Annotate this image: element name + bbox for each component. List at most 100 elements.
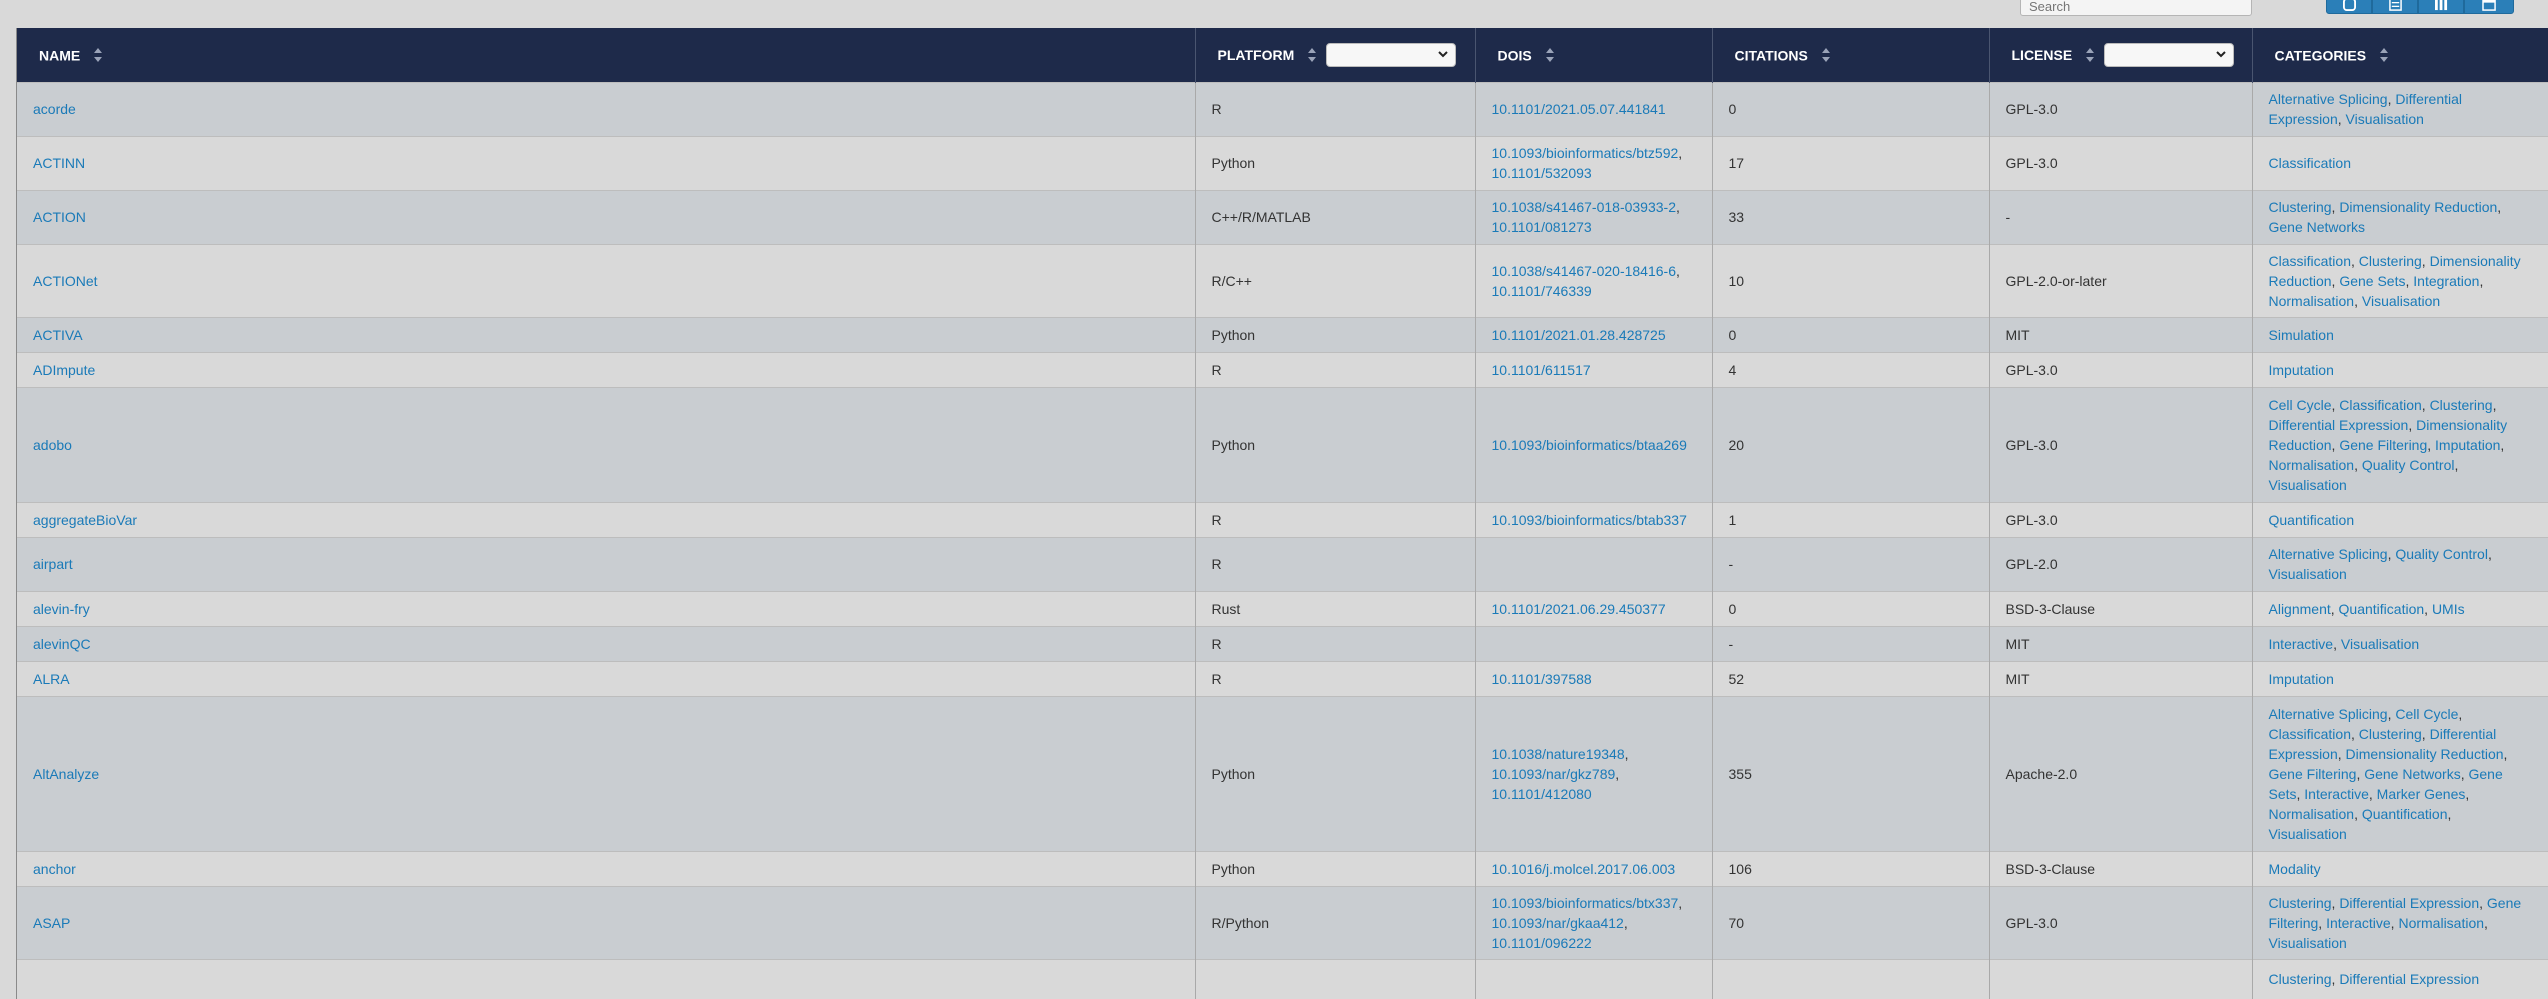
category-link[interactable]: Clustering <box>2430 397 2493 413</box>
column-header-citations[interactable]: CITATIONS <box>1712 28 1990 82</box>
category-link[interactable]: Gene Sets <box>2339 273 2405 289</box>
category-link[interactable]: Normalisation <box>2269 457 2355 473</box>
category-link[interactable]: Differential Expression <box>2269 417 2409 433</box>
category-link[interactable]: Visualisation <box>2269 566 2347 582</box>
category-link[interactable]: Imputation <box>2269 671 2334 687</box>
doi-link[interactable]: 10.1101/2021.06.29.450377 <box>1492 601 1666 617</box>
column-header-categories[interactable]: CATEGORIES <box>2252 28 2548 82</box>
column-header-name[interactable]: NAME <box>17 28 1196 82</box>
tool-name-link[interactable]: adobo <box>33 437 72 453</box>
doi-link[interactable]: 10.1101/2021.05.07.441841 <box>1492 101 1666 117</box>
doi-link[interactable]: 10.1093/bioinformatics/btx337 <box>1492 895 1679 911</box>
category-link[interactable]: Quantification <box>2269 512 2355 528</box>
doi-link[interactable]: 10.1101/532093 <box>1492 165 1592 181</box>
sort-icon[interactable] <box>2086 47 2095 62</box>
category-link[interactable]: Dimensionality Reduction <box>2346 746 2504 762</box>
column-header-platform[interactable]: PLATFORM <box>1195 28 1476 82</box>
tool-name-link[interactable]: AltAnalyze <box>33 766 99 782</box>
category-link[interactable]: Cell Cycle <box>2269 397 2332 413</box>
tool-name-link[interactable]: ACTINN <box>33 155 85 171</box>
doi-link[interactable]: 10.1093/bioinformatics/btaa269 <box>1492 437 1687 453</box>
export-button[interactable] <box>2464 0 2514 14</box>
category-link[interactable]: Dimensionality Reduction <box>2339 199 2497 215</box>
category-link[interactable]: Alignment <box>2269 601 2331 617</box>
category-link[interactable]: Normalisation <box>2269 806 2355 822</box>
category-link[interactable]: Quantification <box>2362 806 2448 822</box>
category-link[interactable]: Visualisation <box>2269 826 2347 842</box>
category-link[interactable]: Simulation <box>2269 327 2334 343</box>
category-link[interactable]: Interactive <box>2269 636 2334 652</box>
platform-filter-select[interactable] <box>1326 42 1457 67</box>
category-link[interactable]: Marker Genes <box>2377 786 2466 802</box>
search-input[interactable] <box>2020 0 2252 16</box>
category-link[interactable]: Quality Control <box>2362 457 2455 473</box>
category-link[interactable]: Imputation <box>2435 437 2500 453</box>
doi-link[interactable]: 10.1101/096222 <box>1492 935 1592 951</box>
doi-link[interactable]: 10.1101/2021.01.28.428725 <box>1492 327 1666 343</box>
category-link[interactable]: Cell Cycle <box>2395 706 2458 722</box>
category-link[interactable]: Classification <box>2269 253 2351 269</box>
doi-link[interactable]: 10.1016/j.molcel.2017.06.003 <box>1492 861 1676 877</box>
tool-name-link[interactable]: acorde <box>33 101 76 117</box>
license-filter-select[interactable] <box>2104 42 2235 67</box>
sort-icon[interactable] <box>1308 47 1317 62</box>
tool-name-link[interactable]: ALRA <box>33 671 70 687</box>
tool-name-link[interactable]: aggregateBioVar <box>33 512 137 528</box>
category-link[interactable]: Interactive <box>2326 915 2391 931</box>
category-link[interactable]: UMIs <box>2432 601 2465 617</box>
tool-name-link[interactable]: alevin-fry <box>33 601 90 617</box>
category-link[interactable]: Alternative Splicing <box>2269 546 2388 562</box>
tool-name-link[interactable]: ASAP <box>33 915 70 931</box>
category-link[interactable]: Normalisation <box>2269 293 2355 309</box>
column-header-license[interactable]: LICENSE <box>1989 28 2253 82</box>
category-link[interactable]: Gene Filtering <box>2339 437 2427 453</box>
sort-icon[interactable] <box>1821 48 1830 63</box>
tool-name-link[interactable]: ACTION <box>33 209 86 225</box>
category-link[interactable]: Clustering <box>2359 253 2422 269</box>
doi-link[interactable]: 10.1101/611517 <box>1492 362 1591 378</box>
sort-icon[interactable] <box>94 48 103 63</box>
category-link[interactable]: Quality Control <box>2395 546 2488 562</box>
category-link[interactable]: Visualisation <box>2362 293 2440 309</box>
doi-link[interactable]: 10.1101/746339 <box>1492 283 1592 299</box>
doi-link[interactable]: 10.1038/s41467-020-18416-6 <box>1492 263 1677 279</box>
category-link[interactable]: Clustering <box>2269 199 2332 215</box>
category-link[interactable]: Alternative Splicing <box>2269 91 2388 107</box>
category-link[interactable]: Visualisation <box>2346 111 2424 127</box>
category-link[interactable]: Imputation <box>2269 362 2334 378</box>
tool-name-link[interactable]: anchor <box>33 861 76 877</box>
category-link[interactable]: Integration <box>2413 273 2479 289</box>
tool-name-link[interactable]: ADImpute <box>33 362 95 378</box>
category-link[interactable]: Clustering <box>2359 726 2422 742</box>
refresh-button[interactable] <box>2326 0 2372 14</box>
category-link[interactable]: Alternative Splicing <box>2269 706 2388 722</box>
tool-name-link[interactable]: ACTIVA <box>33 327 83 343</box>
doi-link[interactable]: 10.1038/nature19348 <box>1492 746 1625 762</box>
doi-link[interactable]: 10.1101/412080 <box>1492 786 1592 802</box>
category-link[interactable]: Classification <box>2269 155 2351 171</box>
category-link[interactable]: Normalisation <box>2398 915 2484 931</box>
tool-name-link[interactable]: airpart <box>33 556 73 572</box>
column-header-dois[interactable]: DOIS <box>1475 28 1713 82</box>
category-link[interactable]: Visualisation <box>2269 477 2347 493</box>
columns-button[interactable] <box>2418 0 2464 14</box>
tool-name-link[interactable]: ACTIONet <box>33 273 98 289</box>
category-link[interactable]: Visualisation <box>2341 636 2419 652</box>
category-link[interactable]: Modality <box>2269 861 2321 877</box>
category-link[interactable]: Classification <box>2339 397 2421 413</box>
doi-link[interactable]: 10.1093/nar/gkaa412 <box>1492 915 1624 931</box>
doi-link[interactable]: 10.1101/397588 <box>1492 671 1592 687</box>
doi-link[interactable]: 10.1093/bioinformatics/btab337 <box>1492 512 1687 528</box>
category-link[interactable]: Gene Filtering <box>2269 766 2357 782</box>
sort-icon[interactable] <box>2380 48 2389 63</box>
category-link[interactable]: Differential Expression <box>2339 895 2479 911</box>
toggle-view-button[interactable] <box>2372 0 2418 14</box>
category-link[interactable]: Gene Networks <box>2364 766 2460 782</box>
doi-link[interactable]: 10.1101/081273 <box>1492 219 1592 235</box>
sort-icon[interactable] <box>1545 48 1554 63</box>
category-link[interactable]: Quantification <box>2339 601 2425 617</box>
doi-link[interactable]: 10.1093/nar/gkz789 <box>1492 766 1616 782</box>
tool-name-link[interactable]: alevinQC <box>33 636 91 652</box>
doi-link[interactable]: 10.1093/bioinformatics/btz592 <box>1492 145 1679 161</box>
category-link[interactable]: Gene Networks <box>2269 219 2365 235</box>
